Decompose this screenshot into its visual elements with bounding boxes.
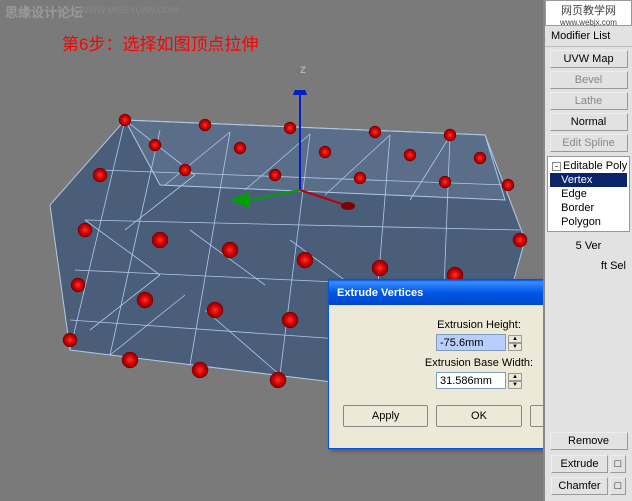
extrude-button[interactable]: Extrude <box>551 455 608 473</box>
watermark-forum: 思缘设计论坛 <box>5 2 83 21</box>
tree-polygon[interactable]: Polygon <box>550 215 627 229</box>
chamfer-button[interactable]: Chamfer <box>551 477 608 495</box>
remove-button[interactable]: Remove <box>550 432 628 450</box>
tree-editable-poly[interactable]: -Editable Poly <box>550 159 627 173</box>
modifier-panel: 网页教学网 www.webjx.com Modifier List UVW Ma… <box>543 0 632 501</box>
gizmo-z-axis <box>293 90 307 95</box>
edit-spline-button[interactable]: Edit Spline <box>550 134 628 152</box>
modifier-stack[interactable]: -Editable Poly Vertex Edge Border Polygo… <box>547 156 630 232</box>
extrusion-height-input[interactable] <box>436 334 506 351</box>
tree-border[interactable]: Border <box>550 201 627 215</box>
soft-sel-label: ft Sel <box>545 256 632 276</box>
tree-edge[interactable]: Edge <box>550 187 627 201</box>
uvw-map-button[interactable]: UVW Map <box>550 50 628 68</box>
vertex-count: 5 Ver <box>545 236 632 256</box>
watermark-url: WWW.MISSYUAN.COM <box>80 5 178 15</box>
apply-button[interactable]: Apply <box>343 405 428 427</box>
axis-z-label: z <box>300 62 306 76</box>
tree-vertex[interactable]: Vertex <box>550 173 627 187</box>
chamfer-settings-button[interactable]: □ <box>610 477 626 495</box>
instruction-text: 第6步：选择如图顶点拉伸 <box>62 30 258 55</box>
normal-button[interactable]: Normal <box>550 113 628 131</box>
extrusion-width-input[interactable] <box>436 372 506 389</box>
ok-button[interactable]: OK <box>436 405 521 427</box>
lathe-button[interactable]: Lathe <box>550 92 628 110</box>
bevel-button[interactable]: Bevel <box>550 71 628 89</box>
watermark-right: 网页教学网 www.webjx.com <box>545 0 632 26</box>
dialog-title-text: Extrude Vertices <box>337 287 423 299</box>
width-spinner[interactable]: ▲▼ <box>508 373 522 389</box>
modifier-list-label[interactable]: Modifier List <box>545 26 632 47</box>
height-spinner[interactable]: ▲▼ <box>508 335 522 351</box>
extrude-settings-button[interactable]: □ <box>610 455 626 473</box>
